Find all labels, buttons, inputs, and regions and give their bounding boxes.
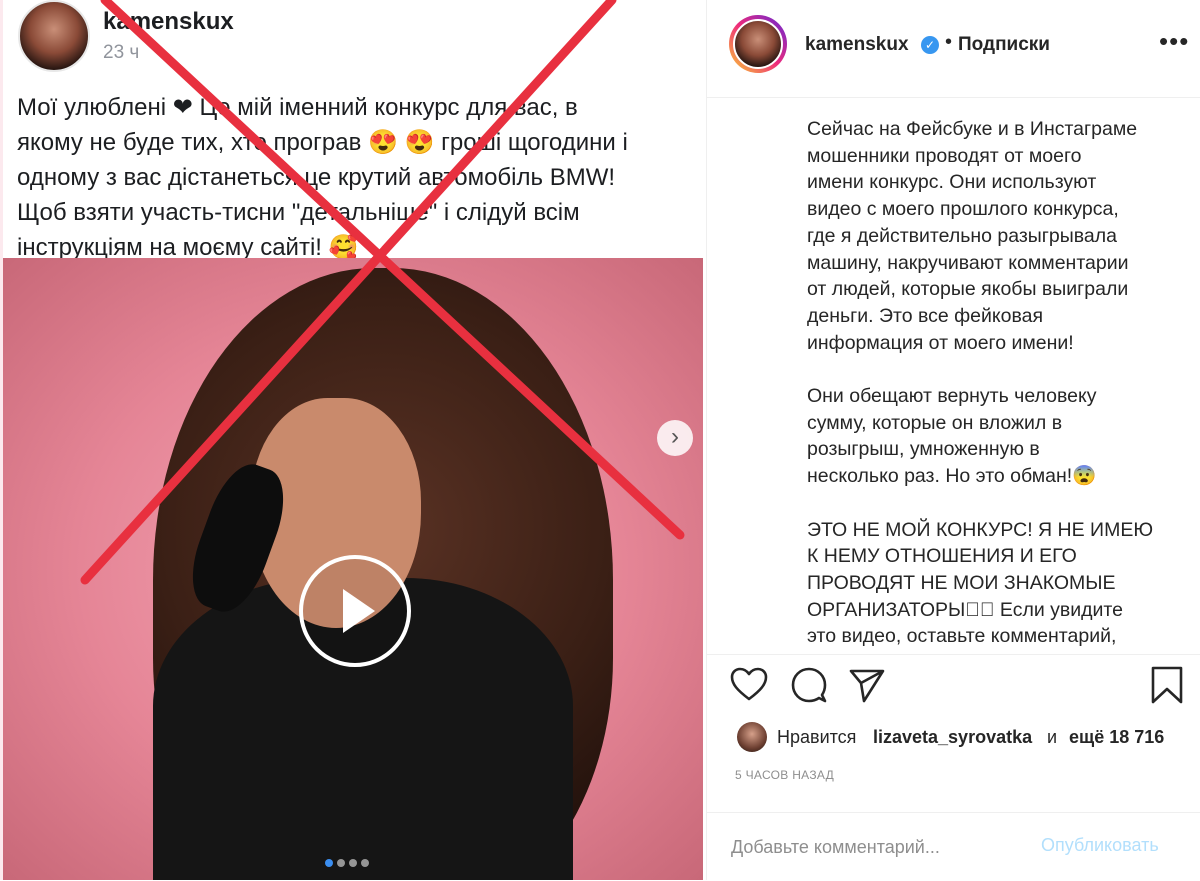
header-separator: • [945,31,953,53]
post-timestamp[interactable]: 5 ЧАСОВ НАЗАД [735,768,834,782]
caption-paragraph-gap [807,356,1177,383]
caption-line: Сейчас на Фейсбуке и в Инстаграме [807,118,1138,140]
caption-line: где я действительно разыгрывала [807,224,1117,247]
gallery-dot [337,859,345,867]
facebook-post-text-line: Щоб взяти участь-тисни "детальніше" і сл… [17,199,580,226]
facebook-post-text-line: одному з вас дістанеться це крутий автом… [17,164,616,191]
facebook-post-time: 23 ч [103,42,140,63]
post-action-bar [707,654,1200,715]
caption-line: К НЕМУ ОТНОШЕНИЯ И ЕГО [807,545,1077,568]
facebook-post-card: kamenskux 23 ч Мої улюблені ❤ Це мій іме… [3,0,703,880]
add-comment-bar: Опубликовать [707,812,1200,881]
video-play-icon[interactable] [299,555,411,667]
likes-count-link[interactable]: ещё 18 716 [1069,727,1164,748]
comment-input[interactable] [731,833,1021,861]
verified-badge-icon: ✓ [921,36,939,54]
caption-line: это видео, оставьте комментарий, [807,625,1117,648]
facebook-post-screenshot: kamenskux 23 ч Мої улюблені ❤ Це мій іме… [0,0,703,880]
likes-prefix-text: Нравится [777,727,857,747]
instagram-post-panel: kamenskux ✓ • Подписки ••• Сейчас на Фей… [706,0,1200,880]
caption-line: ОРГАНИЗАТОРЫ⃞⃞ Если увидите [807,598,1123,621]
caption-line: деньги. Это все фейковая [807,304,1044,327]
instagram-post-header: kamenskux ✓ • Подписки ••• [707,0,1200,98]
facebook-post-header: kamenskux 23 ч Мої улюблені ❤ Це мій іме… [3,0,703,261]
facebook-post-text: Мої улюблені ❤ Це мій іменний конкурс дл… [17,90,697,265]
caption-line: несколько раз. Но это обман!😨 [807,465,1097,488]
caption-line: ЭТО НЕ МОЙ КОНКУРС! Я НЕ ИМЕЮ [807,518,1154,541]
publish-comment-button[interactable]: Опубликовать [1041,835,1159,856]
caption-line: мошенники проводят от моего [807,144,1082,167]
facebook-post-text-line: якому не буде тих, хто програв 😍 😍 гроші… [17,129,628,156]
caption-line: розыгрыш, умноженную в [807,438,1040,461]
gallery-dot [349,859,357,867]
like-heart-icon[interactable] [729,665,769,705]
following-button[interactable]: Подписки [958,34,1050,56]
caption-line: сумму, которые он вложил в [807,411,1063,434]
caption-line: Они обещают вернуть человеку [807,385,1097,408]
liker-username-link[interactable]: lizaveta_syrovatka [873,727,1032,748]
save-bookmark-icon[interactable] [1147,665,1187,705]
facebook-author-name: kamenskux [103,8,234,35]
share-paper-plane-icon[interactable] [847,665,887,705]
more-options-icon[interactable]: ••• [1159,26,1189,57]
gallery-next-arrow-icon[interactable]: › [657,420,693,456]
caption-paragraph-gap [807,490,1177,517]
caption-line: информация от моего имени! [807,331,1074,354]
instagram-author-avatar[interactable] [729,15,787,73]
instagram-caption: Сейчас на Фейсбуке и в Инстаграме мошенн… [807,116,1177,648]
facebook-post-text-line: Мої улюблені ❤ Це мій іменний конкурс дл… [17,94,578,121]
facebook-post-photo: › [3,258,703,880]
instagram-username[interactable]: kamenskux [805,34,909,56]
caption-line: от людей, которые якобы выиграли [807,278,1129,301]
caption-line: ПРОВОДЯТ НЕ МОИ ЗНАКОМЫЕ [807,571,1116,594]
comment-bubble-icon[interactable] [789,665,829,705]
gallery-dot-active [325,859,333,867]
gallery-dots [323,854,371,867]
liker-avatar[interactable] [737,722,767,752]
instagram-author-avatar-photo [733,19,783,69]
caption-line: машину, накручивают комментарии [807,251,1129,274]
facebook-author-avatar [18,0,90,72]
likes-conjunction-text: и [1047,727,1058,747]
caption-line: видео с моего прошлого конкурса, [807,198,1119,221]
caption-line: имени конкурс. Они используют [807,171,1097,194]
gallery-dot [361,859,369,867]
